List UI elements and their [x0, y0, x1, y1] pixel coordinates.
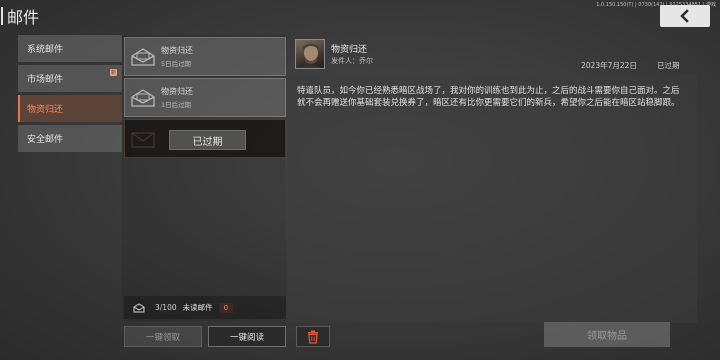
- category-label: 系统邮件: [27, 45, 64, 55]
- delete-button[interactable]: [296, 326, 330, 347]
- mail-expiry: 1日后过期: [161, 101, 192, 109]
- new-badge: 新: [110, 69, 117, 76]
- mail-list-item[interactable]: 物资归还 5日后过期: [124, 37, 286, 76]
- category-sidebar: 系统邮件 市场邮件 新 物资归还 安全邮件: [18, 35, 122, 155]
- mail-detail: 物资归还 发件人：乔尔 2023年7月22日 已过期 特遣队员，如今你已经熟悉暗…: [287, 35, 697, 323]
- mail-title: 物资归还: [161, 46, 193, 55]
- read-all-button[interactable]: 一键阅读: [208, 326, 286, 347]
- chevron-left-icon: [680, 9, 689, 23]
- envelope-icon: [131, 131, 155, 148]
- back-button[interactable]: [660, 5, 710, 27]
- detail-sender: 发件人：乔尔: [331, 57, 373, 65]
- unread-count-badge: 0: [218, 302, 234, 313]
- mail-list: 物资归还 5日后过期 物资归还 1日后过期 已过期: [122, 35, 286, 321]
- detail-title: 物资归还: [331, 45, 368, 55]
- detail-status: 已过期: [657, 61, 680, 70]
- category-system-mail[interactable]: 系统邮件: [18, 35, 122, 62]
- claim-items-button[interactable]: 领取物品: [544, 322, 670, 347]
- mail-list-item-expired[interactable]: 已过期: [124, 119, 286, 158]
- category-label: 安全邮件: [27, 135, 64, 145]
- envelope-open-icon: [131, 47, 155, 66]
- expired-overlay: 已过期: [169, 130, 246, 150]
- category-label: 物资归还: [27, 105, 64, 115]
- category-market-mail[interactable]: 市场邮件 新: [18, 65, 122, 92]
- mail-list-item[interactable]: 物资归还 1日后过期: [124, 78, 286, 117]
- envelope-open-icon: [131, 88, 155, 107]
- title-accent-bar: [1, 7, 3, 25]
- sender-avatar: [295, 39, 325, 69]
- category-label: 市场邮件: [27, 75, 64, 85]
- mail-expiry: 5日后过期: [161, 60, 192, 68]
- claim-all-button[interactable]: 一键领取: [124, 326, 202, 347]
- envelope-open-icon: [133, 302, 145, 312]
- trash-icon: [308, 330, 318, 344]
- mail-count: 3/100: [155, 303, 177, 312]
- category-security-mail[interactable]: 安全邮件: [18, 125, 122, 152]
- detail-date: 2023年7月22日: [581, 61, 637, 70]
- unread-label: 未读邮件: [182, 303, 213, 312]
- category-supply-return[interactable]: 物资归还: [18, 95, 122, 122]
- mail-count-bar: 3/100 未读邮件 0: [124, 296, 286, 319]
- mail-title: 物资归还: [161, 87, 193, 96]
- page-title: 邮件: [7, 8, 40, 27]
- detail-body: 特遣队员，如今你已经熟悉暗区战场了，我对你的训练也到此为止，之后的战斗需要你自己…: [287, 75, 697, 323]
- header: 邮件: [0, 4, 39, 28]
